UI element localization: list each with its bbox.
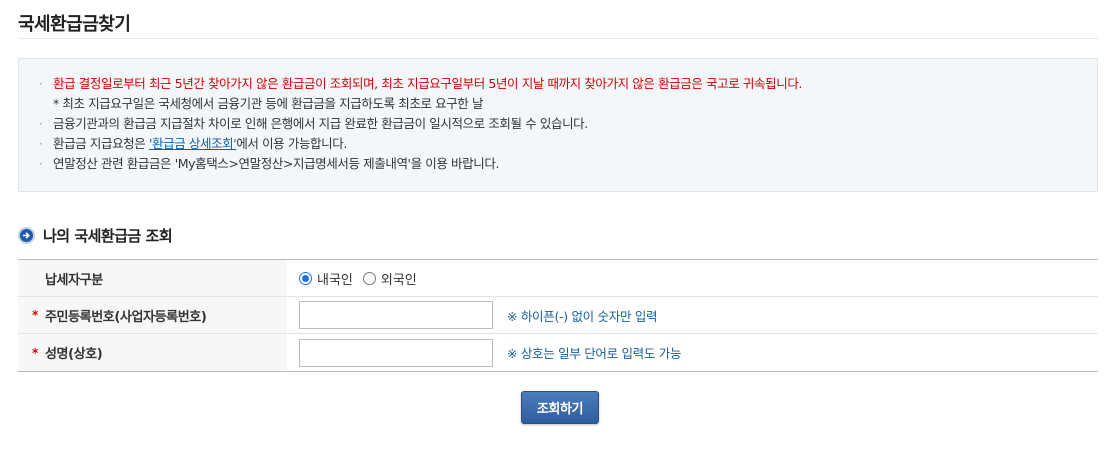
- radio-label: 외국인: [380, 272, 417, 288]
- notice-item-subnote: * 최초 지급요구일은 국세청에서 금융기관 등에 환급금을 지급하도록 최초로…: [39, 94, 1097, 114]
- name-label: * 성명(상호): [18, 334, 287, 371]
- form-row-id-number: * 주민등록번호(사업자등록번호) ※ 하이픈(-) 없이 숫자만 입력: [18, 297, 1098, 334]
- refund-search-form: 납세자구분 내국인 외국인 * 주민등록번호(사업자등록번호) ※ 하이픈(-)…: [18, 259, 1098, 372]
- label-text: 성명(상호): [45, 347, 103, 362]
- radio-unchecked-icon[interactable]: [362, 271, 376, 285]
- notice-text: 환급 결정일로부터 최근 5년간 찾아가지 않은 환급금이 조회되며, 최초 지…: [53, 76, 803, 91]
- notice-text: 금융기관과의 환급금 지급절차 차이로 인해 은행에서 지급 완료한 환급금이 …: [53, 116, 588, 131]
- notice-item-request: · 환급금 지급요청은 '환급금 상세조회'에서 이용 가능합니다.: [39, 134, 1097, 154]
- notice-text: * 최초 지급요구일은 국세청에서 금융기관 등에 환급금을 지급하도록 최초로…: [53, 96, 484, 111]
- section-title: 나의 국세환급금 조회: [43, 226, 173, 245]
- radio-foreigner[interactable]: 외국인: [362, 269, 417, 288]
- notice-text: 연말정산 관련 환급금은 'My홈택스>연말정산>지급명세서등 제출내역'을 이…: [53, 156, 500, 171]
- taxpayer-type-label: 납세자구분: [18, 260, 287, 296]
- name-hint: ※ 상호는 일부 단어로 입력도 가능: [507, 346, 682, 361]
- notice-item-bank-delay: · 금융기관과의 환급금 지급절차 차이로 인해 은행에서 지급 완료한 환급금이…: [39, 114, 1097, 134]
- refund-detail-link[interactable]: '환급금 상세조회': [149, 136, 237, 151]
- notice-item-year-end: · 연말정산 관련 환급금은 'My홈택스>연말정산>지급명세서등 제출내역'을 …: [39, 154, 1097, 174]
- bullet-icon: ·: [39, 156, 43, 171]
- radio-domestic[interactable]: 내국인: [299, 269, 353, 288]
- id-number-hint: ※ 하이픈(-) 없이 숫자만 입력: [507, 308, 658, 324]
- taxpayer-type-field: 내국인 외국인: [287, 260, 1098, 296]
- form-row-taxpayer-type: 납세자구분 내국인 외국인: [18, 260, 1098, 297]
- name-input[interactable]: [299, 338, 493, 367]
- id-number-label: * 주민등록번호(사업자등록번호): [18, 297, 287, 333]
- id-number-field: ※ 하이픈(-) 없이 숫자만 입력: [287, 297, 1098, 333]
- required-mark: *: [32, 308, 38, 322]
- arrow-right-circle-icon: [18, 226, 35, 244]
- radio-label: 내국인: [317, 272, 353, 288]
- label-text: 주민등록번호(사업자등록번호): [45, 309, 207, 325]
- notice-text: 에서 이용 가능합니다.: [236, 136, 347, 151]
- name-field: ※ 상호는 일부 단어로 입력도 가능: [287, 334, 1098, 371]
- notice-box: · 환급 결정일로부터 최근 5년간 찾아가지 않은 환급금이 조회되며, 최초 …: [18, 58, 1098, 192]
- id-number-input[interactable]: [299, 301, 493, 329]
- page-title: 국세환급금찾기: [18, 14, 131, 35]
- section-heading: 나의 국세환급금 조회: [18, 224, 173, 246]
- bullet-icon: ·: [39, 116, 43, 131]
- required-mark: *: [32, 345, 38, 360]
- bullet-icon: ·: [39, 76, 43, 91]
- search-button[interactable]: 조회하기: [521, 391, 599, 424]
- title-divider: [18, 38, 1098, 39]
- form-row-name: * 성명(상호) ※ 상호는 일부 단어로 입력도 가능: [18, 334, 1098, 371]
- label-text: 납세자구분: [45, 272, 103, 288]
- notice-text: 환급금 지급요청은: [53, 136, 149, 151]
- bullet-icon: ·: [39, 136, 43, 151]
- notice-item-expiry: · 환급 결정일로부터 최근 5년간 찾아가지 않은 환급금이 조회되며, 최초 …: [39, 74, 1097, 94]
- radio-checked-icon[interactable]: [299, 271, 312, 285]
